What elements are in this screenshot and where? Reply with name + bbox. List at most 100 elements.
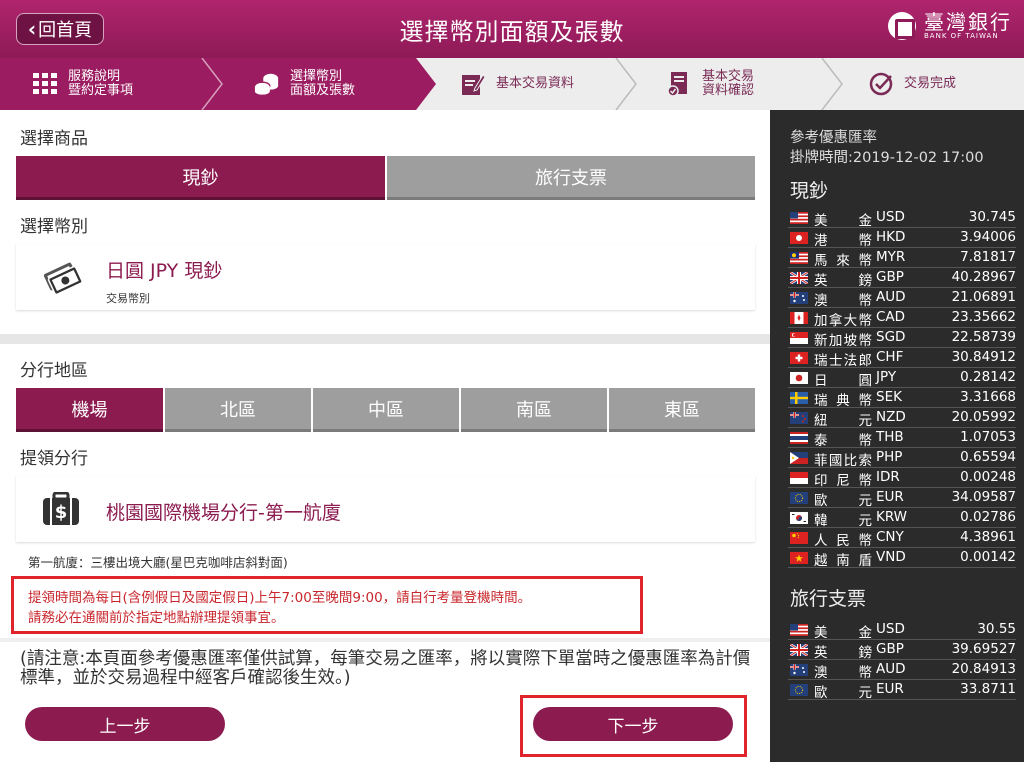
main-form: 選擇商品 現鈔 旅行支票 選擇幣別 日圓 JPY 現鈔 交易幣別 分行地區 機場… [0,110,770,762]
currency-name: 加拿大幣 [814,313,872,329]
pickup-time-warning: 提領時間為每日(含例假日及國定假日)上午7:00至晚間9:00，請自行考量登機時… [28,590,532,606]
rate-row-cad: 加拿大幣 CAD 23.35662 [788,308,1016,329]
currency-name: 紐元 [814,413,872,429]
us-flag-icon [790,212,808,224]
currency-name: 韓元 [814,513,872,529]
ph-flag-icon [790,452,808,464]
svg-text:$: $ [55,502,68,523]
rate-row-aud: 澳幣 AUD 20.84913 [788,660,1016,681]
region-option-north[interactable]: 北區 [165,388,311,432]
logo-english: BANK OF TAIWAN [924,32,999,40]
prev-step-button[interactable]: 上一步 [25,707,225,741]
currency-card[interactable]: 日圓 JPY 現鈔 交易幣別 [16,244,755,310]
branch-label: 提領分行 [20,449,88,469]
currency-name: 泰幣 [814,433,872,449]
section-divider [0,334,770,344]
currency-rate: 0.00248 [960,469,1016,485]
tc-rates-heading: 旅行支票 [790,588,867,610]
kr-flag-icon [790,512,808,524]
step-separator [821,58,843,110]
currency-code: GBP [876,641,904,657]
currency-name: 日圓 [814,373,872,389]
vn-flag-icon [790,552,808,564]
bank-logo[interactable]: 臺灣銀行 BANK OF TAIWAN [888,12,1012,40]
currency-code: KRW [876,509,908,525]
ch-flag-icon [790,352,808,364]
region-option-south[interactable]: 南區 [461,388,607,432]
currency-rate: 22.58739 [951,329,1016,345]
branch-card[interactable]: $ 桃園國際機場分行-第一航廈 [16,476,755,542]
currency-code: NZD [876,409,906,425]
currency-name: 英鎊 [814,273,872,289]
currency-rate: 20.05992 [951,409,1016,425]
currency-name: 馬來幣 [814,253,872,269]
step-label: 選擇幣別 [290,69,343,84]
id-flag-icon [790,472,808,484]
currency-name: 歐元 [814,685,872,701]
currency-code: CNY [876,529,904,545]
cn-flag-icon [790,532,808,544]
currency-rate: 40.28967 [951,269,1016,285]
region-option-airport[interactable]: 機場 [16,388,163,432]
section-divider [0,638,770,642]
currency-rate: 1.07053 [960,429,1016,445]
currency-rate: 33.8711 [960,681,1016,697]
step-complete: 交易完成 [868,58,956,110]
step-label: 暨約定事項 [68,83,134,98]
product-option-cash[interactable]: 現鈔 [16,156,385,200]
branch-value: 桃園國際機場分行-第一航廈 [106,502,341,524]
currency-value: 日圓 JPY 現鈔 [106,260,223,282]
rate-row-cny: 人民幣 CNY 4.38961 [788,528,1016,549]
currency-name: 瑞士法郎 [814,353,872,369]
currency-code: MYR [876,249,906,265]
currency-name: 澳幣 [814,293,872,309]
rate-row-usd: 美金 USD 30.55 [788,620,1016,641]
currency-code: AUD [876,661,906,677]
currency-code: USD [876,621,905,637]
region-label: 分行地區 [20,361,88,381]
currency-rate: 39.69527 [951,641,1016,657]
region-option-central[interactable]: 中區 [313,388,459,432]
currency-code: VND [876,549,906,565]
grid-icon [32,71,58,97]
currency-rate: 30.745 [968,209,1016,225]
nz-flag-icon [790,412,808,424]
currency-code: CAD [876,309,906,325]
product-label: 選擇商品 [20,129,88,149]
currency-name: 越南盾 [814,553,872,569]
currency-name: 瑞典幣 [814,393,872,409]
currency-code: EUR [876,681,904,697]
currency-name: 新加坡幣 [814,333,872,349]
next-step-button[interactable]: 下一步 [533,707,733,741]
ca-flag-icon [790,312,808,324]
eu-flag-icon [790,684,808,696]
currency-code: THB [876,429,904,445]
step-label: 基本交易 [702,69,755,84]
gb-flag-icon [789,270,809,286]
currency-name: 菲國比索 [814,453,872,469]
region-option-east[interactable]: 東區 [609,388,755,432]
my-flag-icon [790,252,808,264]
rate-row-usd: 美金 USD 30.745 [788,208,1016,229]
product-selector: 現鈔 旅行支票 [16,156,755,200]
rate-row-jpy: 日圓 JPY 0.28142 [788,368,1016,389]
check-circle-icon [868,71,894,97]
step-label: 資料確認 [702,83,755,98]
currency-rate: 0.65594 [960,449,1016,465]
step-separator [615,58,637,110]
rate-row-thb: 泰幣 THB 1.07053 [788,428,1016,449]
currency-name: 英鎊 [814,645,872,661]
step-select-currency: 選擇幣別 面額及張數 [254,58,355,110]
progress-steps: 服務說明 暨約定事項 選擇幣別 面額及張數 基本交易資料 基本交易 資料確認 交易完成 [0,58,1024,110]
coins-icon [254,71,280,97]
currency-rate: 30.55 [977,621,1016,637]
document-check-icon [666,71,692,97]
currency-rate: 3.31668 [960,389,1016,405]
rates-title: 參考優惠匯率 [790,130,877,146]
product-option-travelers-cheque[interactable]: 旅行支票 [387,156,755,200]
currency-code: AUD [876,289,906,305]
currency-name: 澳幣 [814,665,872,681]
rate-row-aud: 澳幣 AUD 21.06891 [788,288,1016,309]
currency-code: GBP [876,269,904,285]
currency-sublabel: 交易幣別 [106,292,150,305]
